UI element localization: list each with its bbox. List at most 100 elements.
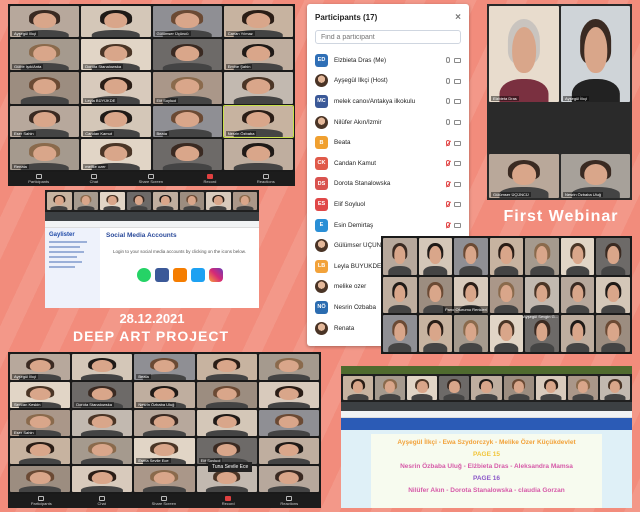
participant-row[interactable]: DS Dorota Stanalowska bbox=[307, 174, 469, 195]
mic-icon[interactable] bbox=[446, 98, 450, 105]
control-label: Participants bbox=[28, 179, 50, 184]
tile-name: Nesrin Özbaba bbox=[225, 130, 257, 136]
doc-page: Ayşegül İlkçi - Ewa Szydorczyk - Melike … bbox=[371, 434, 602, 508]
participant-row[interactable]: ES Elif Soyluol bbox=[307, 194, 469, 215]
mic-muted-icon[interactable] bbox=[446, 222, 450, 229]
video-tile: Nesrin Özbaba bbox=[222, 104, 295, 138]
share-screen-button[interactable]: Share Screen bbox=[152, 496, 176, 506]
login-text: Login to your social media accounts by c… bbox=[112, 249, 247, 254]
mic-muted-icon[interactable] bbox=[446, 160, 450, 167]
participant-row[interactable]: B Beata bbox=[307, 132, 469, 153]
camera-icon[interactable] bbox=[454, 78, 461, 84]
video-tile bbox=[134, 466, 195, 492]
video-strip bbox=[341, 374, 632, 402]
tile-name: Candan Kamut bbox=[83, 130, 114, 136]
instagram-icon[interactable] bbox=[208, 268, 223, 282]
mic-muted-icon[interactable] bbox=[446, 201, 450, 208]
video-tile bbox=[258, 382, 319, 408]
participant-search-input[interactable] bbox=[315, 30, 461, 44]
collage: Ayşegül İlkçi Gülümser Üçüncü Canan Yılmaz… bbox=[0, 0, 640, 512]
highlight-tile-label: Tuna Sevile Ece bbox=[208, 462, 253, 472]
camera-icon[interactable] bbox=[454, 120, 461, 126]
control-label: Record bbox=[203, 179, 217, 184]
avatar bbox=[315, 321, 328, 335]
video-tile bbox=[100, 192, 125, 210]
video-grid: Ayşegül İlkçi Gülümser Üçüncü Canan Yılmaz… bbox=[8, 4, 295, 172]
avatar: B bbox=[315, 136, 328, 150]
participant-row[interactable]: Ayşegül İlkçi (Host) bbox=[307, 71, 469, 92]
video-tile bbox=[258, 410, 319, 436]
video-tile: Candan Kamut bbox=[81, 105, 151, 137]
video-tile bbox=[454, 315, 488, 352]
video-tile bbox=[10, 72, 80, 104]
mic-icon[interactable] bbox=[446, 77, 450, 84]
avatar: ED bbox=[315, 53, 328, 67]
whatsapp-icon[interactable] bbox=[136, 268, 151, 282]
address-bar[interactable] bbox=[45, 221, 259, 228]
participants-button[interactable]: Participants bbox=[28, 174, 49, 184]
video-tile bbox=[179, 192, 204, 210]
participant-row[interactable]: E Esin Demirtaş bbox=[307, 215, 469, 236]
zoom-gallery-mid-right: Ayşegül Sevgin G... Pano Oturumu Renkler… bbox=[381, 236, 632, 354]
address-bar[interactable] bbox=[341, 411, 632, 418]
video-tile bbox=[152, 39, 222, 71]
camera-icon[interactable] bbox=[454, 140, 461, 146]
video-tile bbox=[489, 276, 524, 314]
panel-title: Participants (17) bbox=[315, 13, 378, 22]
record-button[interactable]: Record bbox=[203, 174, 217, 184]
blogger-icon[interactable] bbox=[172, 268, 187, 282]
video-tile: Elif Soyluol bbox=[196, 438, 257, 464]
participant-row[interactable]: ED Elzbieta Dras (Me) bbox=[307, 50, 469, 71]
mic-icon[interactable] bbox=[446, 119, 450, 126]
tile-name: Leyla BÜYÜKDE bbox=[83, 97, 118, 103]
video-tile bbox=[375, 376, 406, 400]
video-tile bbox=[258, 438, 319, 464]
doc-line: PAGE 15 bbox=[473, 451, 500, 458]
video-tile bbox=[383, 238, 417, 275]
facebook-icon[interactable] bbox=[154, 268, 169, 282]
participant-name: Candan Kamut bbox=[334, 159, 377, 167]
participant-name: Ayşegül İlkçi (Host) bbox=[334, 77, 388, 85]
camera-icon[interactable] bbox=[454, 161, 461, 167]
camera-icon[interactable] bbox=[454, 202, 461, 208]
avatar: NÖ bbox=[315, 300, 328, 314]
video-tile bbox=[223, 72, 293, 104]
mic-muted-icon[interactable] bbox=[446, 180, 450, 187]
participants-button[interactable]: Participants bbox=[31, 496, 52, 506]
reactions-button[interactable]: Reactions bbox=[257, 174, 275, 184]
participant-status bbox=[446, 222, 461, 229]
video-tile bbox=[525, 276, 559, 314]
participant-status bbox=[446, 160, 461, 167]
camera-icon[interactable] bbox=[454, 99, 461, 105]
mic-muted-icon[interactable] bbox=[446, 139, 450, 146]
control-label: Share Screen bbox=[151, 501, 177, 506]
close-icon[interactable]: × bbox=[455, 12, 461, 23]
video-tile: Elif Soyluol bbox=[152, 72, 222, 104]
tile-name: Nesrin Özbaba Uluğ bbox=[136, 402, 177, 407]
video-tile bbox=[47, 192, 72, 210]
participant-row[interactable]: Nilüfer Akın/İzmir bbox=[307, 112, 469, 133]
tile-name: Dorota Stanalowska bbox=[83, 64, 124, 70]
share-screen-button[interactable]: Share Screen bbox=[139, 174, 163, 184]
chat-button[interactable]: Chat bbox=[90, 174, 98, 184]
video-tile bbox=[489, 315, 524, 352]
video-tile bbox=[471, 376, 502, 400]
panel-header: Participants (17) × bbox=[307, 4, 469, 27]
video-tile bbox=[560, 315, 595, 352]
video-tile: Ayşegül İlkçi bbox=[10, 354, 71, 380]
reactions-button[interactable]: Reactions bbox=[280, 496, 298, 506]
twitter-icon[interactable] bbox=[190, 268, 205, 282]
participant-row[interactable]: CK Candan Kamut bbox=[307, 153, 469, 174]
camera-icon[interactable] bbox=[454, 223, 461, 229]
video-tile bbox=[72, 466, 133, 492]
participant-row[interactable]: MC melek canoı/Antakya ilkokulu bbox=[307, 91, 469, 112]
participant-status bbox=[446, 77, 461, 84]
video-tile bbox=[383, 276, 417, 314]
mic-icon[interactable] bbox=[446, 57, 450, 64]
record-button[interactable]: Record bbox=[222, 496, 235, 506]
browser-shared-document: Ayşegül İlkçi - Ewa Szydorczyk - Melike … bbox=[341, 366, 632, 508]
chat-button[interactable]: Chat bbox=[97, 496, 106, 506]
browser-social-media: Gaylister Social Media Accounts Login to… bbox=[45, 190, 259, 308]
camera-icon[interactable] bbox=[454, 58, 461, 64]
camera-icon[interactable] bbox=[454, 181, 461, 187]
